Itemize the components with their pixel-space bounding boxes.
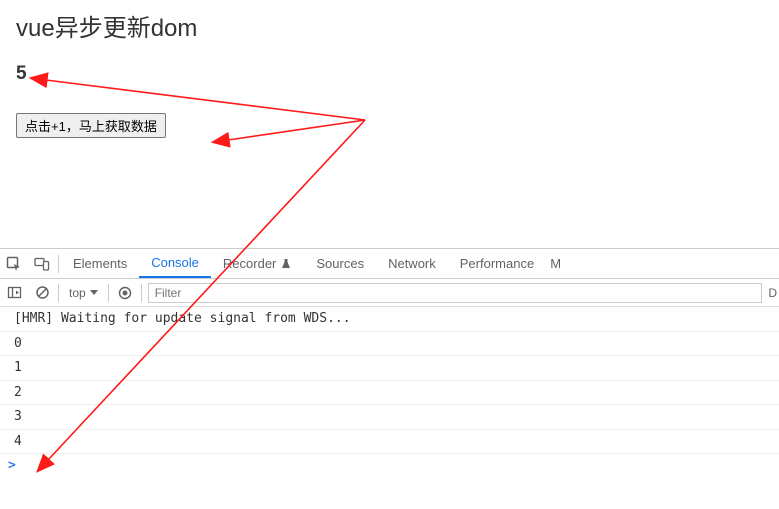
console-prompt: > <box>8 458 16 473</box>
console-prompt-row[interactable]: > <box>0 454 779 477</box>
tab-network[interactable]: Network <box>376 249 448 278</box>
console-log: [HMR] Waiting for update signal from WDS… <box>0 307 779 477</box>
inspect-icon[interactable] <box>0 250 28 278</box>
log-line: [HMR] Waiting for update signal from WDS… <box>0 307 779 332</box>
log-line: 1 <box>0 356 779 381</box>
app-page: vue异步更新dom 5 点击+1，马上获取数据 <box>0 0 779 146</box>
tab-performance[interactable]: Performance <box>448 249 546 278</box>
separator <box>108 284 109 302</box>
increment-button[interactable]: 点击+1，马上获取数据 <box>16 113 166 138</box>
log-line: 2 <box>0 381 779 406</box>
separator <box>58 255 59 273</box>
context-label: top <box>69 286 86 300</box>
devtools-panel: Elements Console Recorder Sources Networ… <box>0 248 779 509</box>
clear-console-icon[interactable] <box>28 279 56 307</box>
tab-console[interactable]: Console <box>139 249 211 278</box>
separator <box>58 284 59 302</box>
devtools-tabs: Elements Console Recorder Sources Networ… <box>0 249 779 279</box>
chevron-down-icon <box>90 290 98 295</box>
console-toolbar: top D <box>0 279 779 307</box>
tab-recorder-label: Recorder <box>223 256 276 271</box>
flask-icon <box>280 258 292 270</box>
tab-sources[interactable]: Sources <box>304 249 376 278</box>
tab-more[interactable]: M <box>546 249 565 278</box>
log-line: 3 <box>0 405 779 430</box>
filter-input[interactable] <box>148 283 763 303</box>
sidebar-toggle-icon[interactable] <box>0 279 28 307</box>
context-selector[interactable]: top <box>61 286 106 300</box>
live-expression-icon[interactable] <box>111 279 139 307</box>
default-levels-partial[interactable]: D <box>768 286 779 300</box>
log-line: 0 <box>0 332 779 357</box>
page-title: vue异步更新dom <box>16 8 763 43</box>
tab-recorder[interactable]: Recorder <box>211 249 304 278</box>
separator <box>141 284 142 302</box>
count-value: 5 <box>16 63 763 85</box>
tab-elements[interactable]: Elements <box>61 249 139 278</box>
device-toggle-icon[interactable] <box>28 250 56 278</box>
log-line: 4 <box>0 430 779 455</box>
